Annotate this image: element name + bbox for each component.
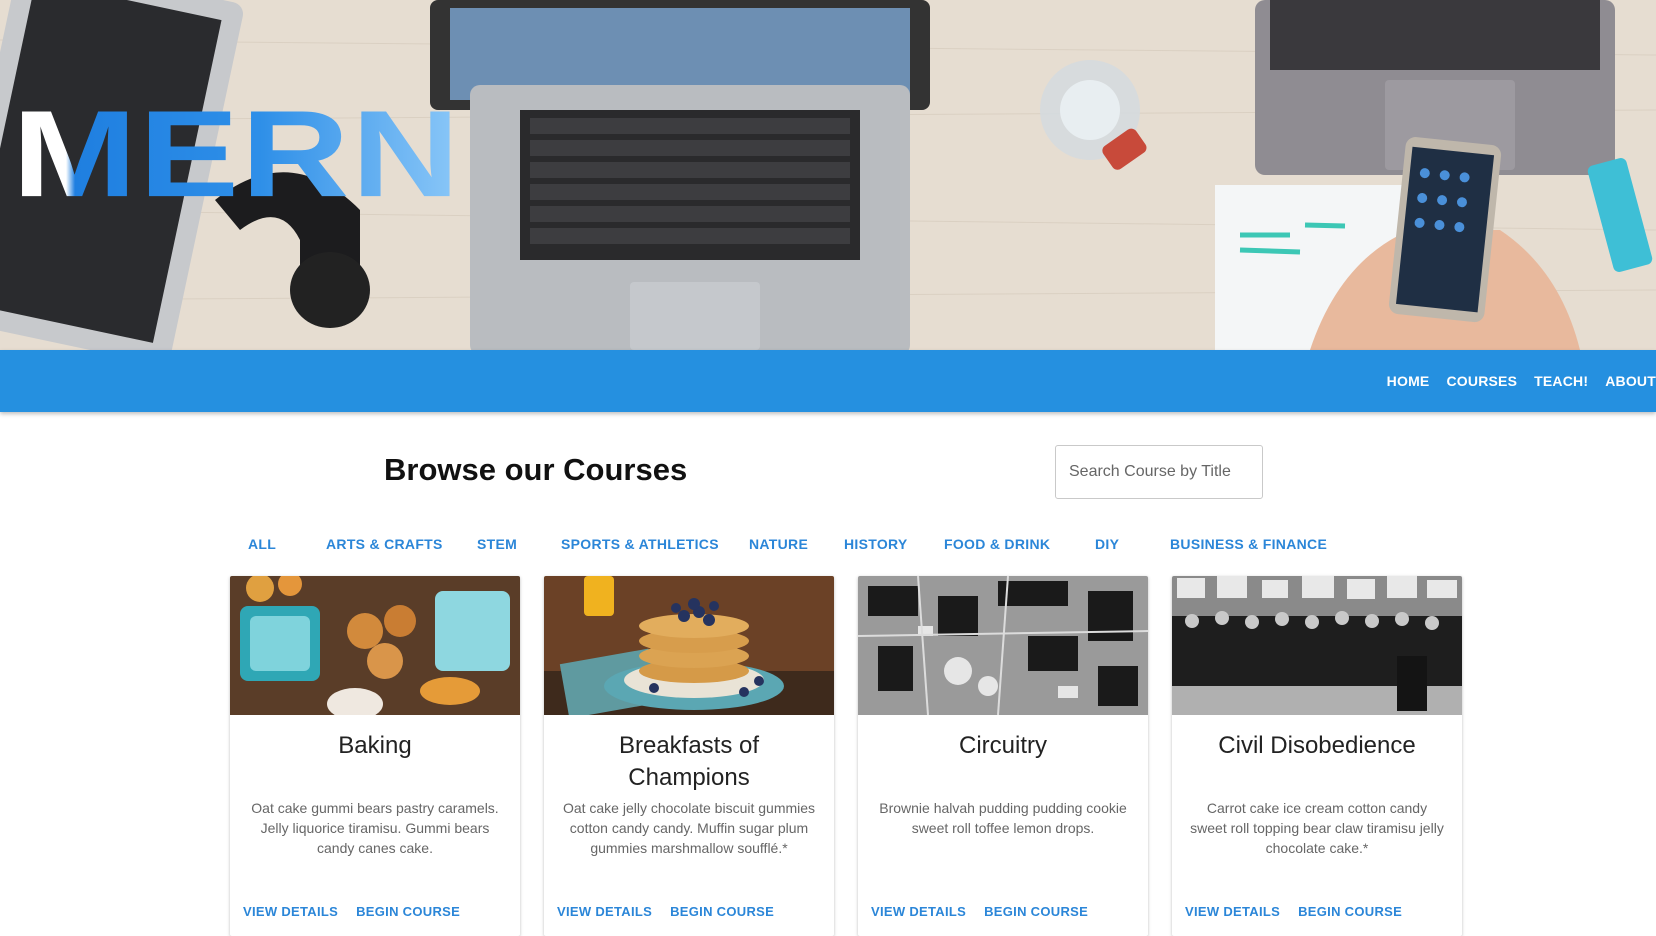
page-title: Browse our Courses: [384, 452, 688, 487]
category-tab-all[interactable]: ALL: [248, 536, 276, 552]
hero-banner: MERN: [0, 0, 1656, 350]
begin-course-button[interactable]: BEGIN COURSE: [356, 904, 460, 919]
card-title-line-1: Breakfasts of: [618, 732, 760, 759]
course-card-breakfasts-of-champions: Breakfasts of Champions Oat cake jelly c…: [544, 576, 834, 936]
card-actions: VIEW DETAILS BEGIN COURSE: [871, 904, 1106, 919]
course-search-input[interactable]: [1055, 445, 1263, 499]
card-title: Circuitry: [959, 732, 1047, 759]
card-description: Carrot cake ice cream cotton candy sweet…: [1190, 800, 1444, 856]
card-actions: VIEW DETAILS BEGIN COURSE: [243, 904, 478, 919]
begin-course-button[interactable]: BEGIN COURSE: [670, 904, 774, 919]
begin-course-button[interactable]: BEGIN COURSE: [984, 904, 1088, 919]
card-description: Oat cake jelly chocolate biscuit gummies…: [562, 800, 816, 856]
category-tab-sports-athletics[interactable]: SPORTS & ATHLETICS: [561, 536, 719, 552]
nav-links: HOME COURSES TEACH! ABOUT: [1370, 350, 1656, 412]
course-card-circuitry: Circuitry Brownie halvah pudding pudding…: [858, 576, 1148, 936]
view-details-button[interactable]: VIEW DETAILS: [557, 904, 652, 919]
pancakes-image: [544, 576, 834, 715]
mern-logo: MERN: [12, 84, 462, 223]
course-card-civil-disobedience: Civil Disobedience Carrot cake ice cream…: [1172, 576, 1462, 936]
category-tab-stem[interactable]: STEM: [477, 536, 517, 552]
begin-course-button[interactable]: BEGIN COURSE: [1298, 904, 1402, 919]
view-details-button[interactable]: VIEW DETAILS: [243, 904, 338, 919]
top-navbar: HOME COURSES TEACH! ABOUT: [0, 350, 1656, 412]
baking-image: [230, 576, 520, 715]
card-description: Brownie halvah pudding pudding cookie sw…: [879, 800, 1127, 836]
category-tab-diy[interactable]: DIY: [1095, 536, 1119, 552]
category-tab-arts-crafts[interactable]: ARTS & CRAFTS: [326, 536, 443, 552]
nav-courses-link[interactable]: COURSES: [1446, 373, 1517, 389]
card-title: Breakfasts of Champions: [554, 730, 824, 794]
circuit-board-image: [858, 576, 1148, 715]
civil-rights-march-image: [1172, 576, 1462, 715]
card-actions: VIEW DETAILS BEGIN COURSE: [557, 904, 792, 919]
view-details-button[interactable]: VIEW DETAILS: [871, 904, 966, 919]
card-title: Baking: [338, 732, 412, 759]
card-description: Oat cake gummi bears pastry caramels. Je…: [251, 800, 499, 856]
category-tab-nature[interactable]: NATURE: [749, 536, 808, 552]
category-tab-food-drink[interactable]: FOOD & DRINK: [944, 536, 1050, 552]
nav-home-link[interactable]: HOME: [1387, 373, 1430, 389]
category-tab-business-finance[interactable]: BUSINESS & FINANCE: [1170, 536, 1327, 552]
card-actions: VIEW DETAILS BEGIN COURSE: [1185, 904, 1420, 919]
nav-teach-link[interactable]: TEACH!: [1534, 373, 1588, 389]
category-tab-history[interactable]: HISTORY: [844, 536, 908, 552]
nav-about-link[interactable]: ABOUT: [1605, 373, 1656, 389]
view-details-button[interactable]: VIEW DETAILS: [1185, 904, 1280, 919]
card-title: Civil Disobedience: [1218, 732, 1416, 759]
course-card-baking: Baking Oat cake gummi bears pastry caram…: [230, 576, 520, 936]
card-title-line-2: Champions: [628, 764, 750, 791]
